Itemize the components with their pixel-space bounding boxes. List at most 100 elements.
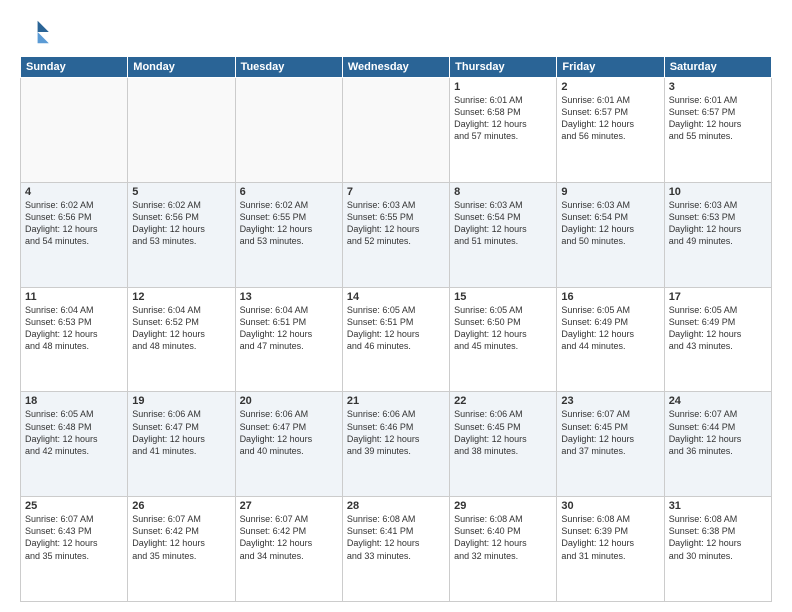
day-info: Sunrise: 6:02 AMSunset: 6:55 PMDaylight:… [240, 199, 338, 248]
calendar-cell: 16Sunrise: 6:05 AMSunset: 6:49 PMDayligh… [557, 287, 664, 392]
logo [20, 16, 56, 48]
calendar-cell: 23Sunrise: 6:07 AMSunset: 6:45 PMDayligh… [557, 392, 664, 497]
day-number: 30 [561, 500, 659, 512]
calendar-day-header: Friday [557, 57, 664, 78]
day-info: Sunrise: 6:01 AMSunset: 6:58 PMDaylight:… [454, 94, 552, 143]
day-info: Sunrise: 6:07 AMSunset: 6:42 PMDaylight:… [240, 513, 338, 562]
calendar-cell: 6Sunrise: 6:02 AMSunset: 6:55 PMDaylight… [235, 182, 342, 287]
day-info: Sunrise: 6:03 AMSunset: 6:54 PMDaylight:… [454, 199, 552, 248]
day-info: Sunrise: 6:05 AMSunset: 6:49 PMDaylight:… [561, 304, 659, 353]
day-info: Sunrise: 6:04 AMSunset: 6:53 PMDaylight:… [25, 304, 123, 353]
calendar-cell: 15Sunrise: 6:05 AMSunset: 6:50 PMDayligh… [450, 287, 557, 392]
logo-icon [20, 16, 52, 48]
day-number: 29 [454, 500, 552, 512]
day-info: Sunrise: 6:07 AMSunset: 6:44 PMDaylight:… [669, 408, 767, 457]
day-info: Sunrise: 6:07 AMSunset: 6:42 PMDaylight:… [132, 513, 230, 562]
day-number: 15 [454, 291, 552, 303]
day-info: Sunrise: 6:08 AMSunset: 6:38 PMDaylight:… [669, 513, 767, 562]
day-info: Sunrise: 6:03 AMSunset: 6:55 PMDaylight:… [347, 199, 445, 248]
day-number: 10 [669, 186, 767, 198]
calendar-cell: 14Sunrise: 6:05 AMSunset: 6:51 PMDayligh… [342, 287, 449, 392]
calendar-cell [342, 78, 449, 183]
day-info: Sunrise: 6:01 AMSunset: 6:57 PMDaylight:… [669, 94, 767, 143]
day-number: 11 [25, 291, 123, 303]
day-number: 17 [669, 291, 767, 303]
day-info: Sunrise: 6:08 AMSunset: 6:40 PMDaylight:… [454, 513, 552, 562]
day-info: Sunrise: 6:06 AMSunset: 6:46 PMDaylight:… [347, 408, 445, 457]
day-number: 7 [347, 186, 445, 198]
calendar-cell: 25Sunrise: 6:07 AMSunset: 6:43 PMDayligh… [21, 497, 128, 602]
calendar-cell: 11Sunrise: 6:04 AMSunset: 6:53 PMDayligh… [21, 287, 128, 392]
day-number: 2 [561, 81, 659, 93]
calendar-cell: 1Sunrise: 6:01 AMSunset: 6:58 PMDaylight… [450, 78, 557, 183]
day-number: 31 [669, 500, 767, 512]
day-number: 12 [132, 291, 230, 303]
calendar-cell: 22Sunrise: 6:06 AMSunset: 6:45 PMDayligh… [450, 392, 557, 497]
calendar-cell [235, 78, 342, 183]
calendar-cell: 13Sunrise: 6:04 AMSunset: 6:51 PMDayligh… [235, 287, 342, 392]
day-info: Sunrise: 6:03 AMSunset: 6:53 PMDaylight:… [669, 199, 767, 248]
day-info: Sunrise: 6:08 AMSunset: 6:39 PMDaylight:… [561, 513, 659, 562]
calendar-cell: 5Sunrise: 6:02 AMSunset: 6:56 PMDaylight… [128, 182, 235, 287]
calendar-table: SundayMondayTuesdayWednesdayThursdayFrid… [20, 56, 772, 602]
day-info: Sunrise: 6:07 AMSunset: 6:43 PMDaylight:… [25, 513, 123, 562]
day-number: 9 [561, 186, 659, 198]
day-number: 22 [454, 395, 552, 407]
calendar-week-row: 4Sunrise: 6:02 AMSunset: 6:56 PMDaylight… [21, 182, 772, 287]
calendar-cell: 27Sunrise: 6:07 AMSunset: 6:42 PMDayligh… [235, 497, 342, 602]
day-info: Sunrise: 6:04 AMSunset: 6:51 PMDaylight:… [240, 304, 338, 353]
day-number: 16 [561, 291, 659, 303]
calendar-week-row: 18Sunrise: 6:05 AMSunset: 6:48 PMDayligh… [21, 392, 772, 497]
day-number: 19 [132, 395, 230, 407]
day-number: 3 [669, 81, 767, 93]
header [20, 16, 772, 48]
calendar-cell: 18Sunrise: 6:05 AMSunset: 6:48 PMDayligh… [21, 392, 128, 497]
calendar-week-row: 25Sunrise: 6:07 AMSunset: 6:43 PMDayligh… [21, 497, 772, 602]
day-number: 27 [240, 500, 338, 512]
calendar-week-row: 1Sunrise: 6:01 AMSunset: 6:58 PMDaylight… [21, 78, 772, 183]
day-info: Sunrise: 6:03 AMSunset: 6:54 PMDaylight:… [561, 199, 659, 248]
day-number: 28 [347, 500, 445, 512]
calendar-cell: 24Sunrise: 6:07 AMSunset: 6:44 PMDayligh… [664, 392, 771, 497]
calendar-day-header: Sunday [21, 57, 128, 78]
calendar-day-header: Wednesday [342, 57, 449, 78]
day-number: 24 [669, 395, 767, 407]
day-number: 6 [240, 186, 338, 198]
day-number: 26 [132, 500, 230, 512]
calendar-cell: 2Sunrise: 6:01 AMSunset: 6:57 PMDaylight… [557, 78, 664, 183]
calendar-cell: 7Sunrise: 6:03 AMSunset: 6:55 PMDaylight… [342, 182, 449, 287]
calendar-cell: 4Sunrise: 6:02 AMSunset: 6:56 PMDaylight… [21, 182, 128, 287]
calendar-cell: 3Sunrise: 6:01 AMSunset: 6:57 PMDaylight… [664, 78, 771, 183]
calendar-cell: 20Sunrise: 6:06 AMSunset: 6:47 PMDayligh… [235, 392, 342, 497]
calendar-cell: 9Sunrise: 6:03 AMSunset: 6:54 PMDaylight… [557, 182, 664, 287]
calendar-cell [21, 78, 128, 183]
calendar-cell: 31Sunrise: 6:08 AMSunset: 6:38 PMDayligh… [664, 497, 771, 602]
day-number: 13 [240, 291, 338, 303]
calendar-cell: 28Sunrise: 6:08 AMSunset: 6:41 PMDayligh… [342, 497, 449, 602]
day-info: Sunrise: 6:06 AMSunset: 6:47 PMDaylight:… [132, 408, 230, 457]
day-number: 25 [25, 500, 123, 512]
calendar-header-row: SundayMondayTuesdayWednesdayThursdayFrid… [21, 57, 772, 78]
calendar-cell: 8Sunrise: 6:03 AMSunset: 6:54 PMDaylight… [450, 182, 557, 287]
day-info: Sunrise: 6:05 AMSunset: 6:50 PMDaylight:… [454, 304, 552, 353]
calendar-cell: 17Sunrise: 6:05 AMSunset: 6:49 PMDayligh… [664, 287, 771, 392]
day-number: 20 [240, 395, 338, 407]
calendar-day-header: Saturday [664, 57, 771, 78]
day-info: Sunrise: 6:01 AMSunset: 6:57 PMDaylight:… [561, 94, 659, 143]
day-number: 14 [347, 291, 445, 303]
calendar-cell: 30Sunrise: 6:08 AMSunset: 6:39 PMDayligh… [557, 497, 664, 602]
day-number: 18 [25, 395, 123, 407]
day-info: Sunrise: 6:02 AMSunset: 6:56 PMDaylight:… [25, 199, 123, 248]
day-info: Sunrise: 6:07 AMSunset: 6:45 PMDaylight:… [561, 408, 659, 457]
day-info: Sunrise: 6:05 AMSunset: 6:49 PMDaylight:… [669, 304, 767, 353]
day-info: Sunrise: 6:04 AMSunset: 6:52 PMDaylight:… [132, 304, 230, 353]
day-number: 1 [454, 81, 552, 93]
calendar-day-header: Tuesday [235, 57, 342, 78]
day-number: 4 [25, 186, 123, 198]
calendar-cell: 26Sunrise: 6:07 AMSunset: 6:42 PMDayligh… [128, 497, 235, 602]
day-info: Sunrise: 6:05 AMSunset: 6:51 PMDaylight:… [347, 304, 445, 353]
calendar-week-row: 11Sunrise: 6:04 AMSunset: 6:53 PMDayligh… [21, 287, 772, 392]
day-info: Sunrise: 6:06 AMSunset: 6:47 PMDaylight:… [240, 408, 338, 457]
day-number: 5 [132, 186, 230, 198]
calendar-cell [128, 78, 235, 183]
